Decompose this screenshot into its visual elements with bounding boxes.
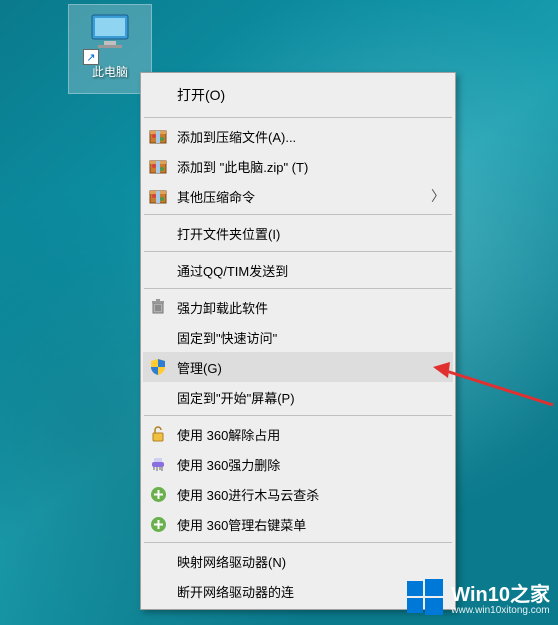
archive-icon (147, 155, 169, 177)
watermark: Win10之家 www.win10xitong.com (405, 577, 550, 617)
menu-label: 管理(G) (177, 358, 445, 377)
menu-open[interactable]: 打开(O) (143, 76, 453, 114)
menu-label: 固定到"开始"屏幕(P) (177, 388, 445, 407)
menu-360-unlock[interactable]: 使用 360解除占用 (143, 419, 453, 449)
menu-label: 打开文件夹位置(I) (177, 224, 445, 243)
menu-360-context-menu[interactable]: 使用 360管理右键菜单 (143, 509, 453, 539)
menu-separator (144, 214, 452, 215)
menu-separator (144, 117, 452, 118)
chevron-right-icon: 〉 (431, 186, 445, 206)
desktop-icon-label: 此电脑 (92, 63, 128, 80)
menu-label: 其他压缩命令 (177, 187, 431, 206)
menu-map-drive[interactable]: 映射网络驱动器(N) (143, 546, 453, 576)
menu-pin-quick-access[interactable]: 固定到"快速访问" (143, 322, 453, 352)
watermark-title: Win10之家 (451, 578, 550, 607)
shield-icon (147, 356, 169, 378)
menu-label: 添加到 "此电脑.zip" (T) (177, 157, 445, 176)
menu-label: 使用 360解除占用 (177, 425, 445, 444)
windows-logo-icon (405, 577, 445, 617)
shredder-icon (147, 453, 169, 475)
menu-manage[interactable]: 管理(G) (143, 352, 453, 382)
unlock-icon (147, 423, 169, 445)
trash-icon (147, 296, 169, 318)
archive-icon (147, 125, 169, 147)
archive-icon (147, 185, 169, 207)
menu-force-uninstall[interactable]: 强力卸载此软件 (143, 292, 453, 322)
menu-label: 添加到压缩文件(A)... (177, 127, 445, 146)
computer-icon (86, 13, 134, 49)
watermark-text: Win10之家 www.win10xitong.com (451, 578, 550, 616)
menu-add-archive[interactable]: 添加到压缩文件(A)... (143, 121, 453, 151)
menu-label: 打开(O) (177, 85, 445, 105)
menu-separator (144, 542, 452, 543)
menu-360-trojan-scan[interactable]: 使用 360进行木马云查杀 (143, 479, 453, 509)
desktop-background: ↗ 此电脑 打开(O) 添加到压缩文件(A)... 添加到 "此电脑.zip" … (0, 0, 558, 625)
menu-add-zip[interactable]: 添加到 "此电脑.zip" (T) (143, 151, 453, 181)
scan-plus-icon (147, 513, 169, 535)
menu-qq-send[interactable]: 通过QQ/TIM发送到 (143, 255, 453, 285)
menu-separator (144, 415, 452, 416)
shortcut-arrow-icon: ↗ (83, 49, 99, 65)
menu-label: 使用 360进行木马云查杀 (177, 485, 445, 504)
menu-separator (144, 251, 452, 252)
menu-360-force-delete[interactable]: 使用 360强力删除 (143, 449, 453, 479)
menu-label: 通过QQ/TIM发送到 (177, 261, 445, 280)
menu-label: 固定到"快速访问" (177, 328, 445, 347)
menu-open-location[interactable]: 打开文件夹位置(I) (143, 218, 453, 248)
menu-other-compress[interactable]: 其他压缩命令 〉 (143, 181, 453, 211)
menu-label: 映射网络驱动器(N) (177, 552, 445, 571)
watermark-url: www.win10xitong.com (451, 605, 550, 616)
menu-label: 强力卸载此软件 (177, 298, 445, 317)
scan-plus-icon (147, 483, 169, 505)
menu-label: 使用 360强力删除 (177, 455, 445, 474)
context-menu: 打开(O) 添加到压缩文件(A)... 添加到 "此电脑.zip" (T) 其他… (140, 72, 456, 610)
menu-pin-start[interactable]: 固定到"开始"屏幕(P) (143, 382, 453, 412)
menu-label: 使用 360管理右键菜单 (177, 515, 445, 534)
menu-separator (144, 288, 452, 289)
